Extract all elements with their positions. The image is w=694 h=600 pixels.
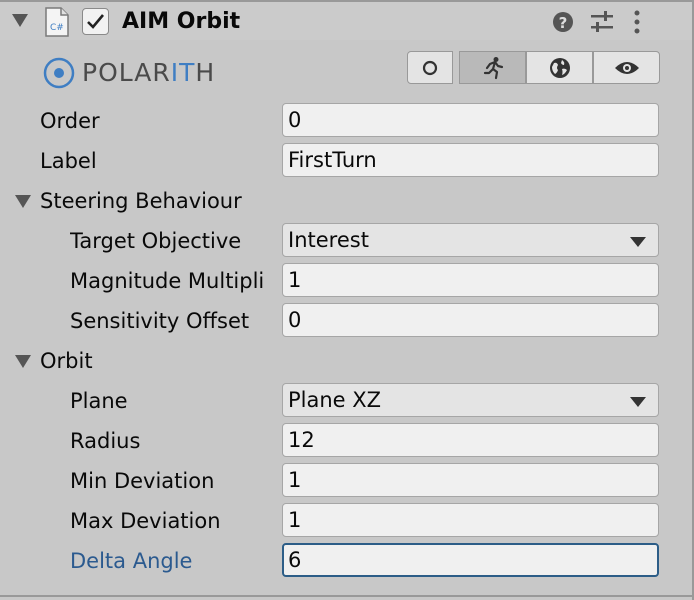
delta-angle-field[interactable]: 6	[282, 543, 659, 577]
sensitivity-offset-field[interactable]: 0	[282, 303, 659, 337]
min-deviation-label: Min Deviation	[70, 469, 215, 493]
logo-text-a: POLAR	[82, 58, 171, 87]
tab-running[interactable]	[459, 51, 526, 84]
eye-icon	[614, 61, 639, 74]
circle-icon	[422, 60, 438, 75]
dropdown-caret-icon	[630, 397, 646, 407]
logo-text-c: H	[195, 58, 216, 87]
max-deviation-field[interactable]: 1	[282, 503, 659, 537]
checkmark-icon	[87, 14, 104, 29]
target-objective-label: Target Objective	[70, 229, 242, 253]
plane-label: Plane	[70, 389, 128, 413]
running-icon	[483, 56, 503, 79]
preset-sliders-icon[interactable]	[590, 11, 614, 37]
order-field[interactable]: 0	[282, 103, 659, 137]
logo-mark-icon	[43, 57, 75, 89]
max-deviation-label: Max Deviation	[70, 509, 221, 533]
enabled-checkbox[interactable]	[82, 8, 109, 35]
radius-label: Radius	[70, 429, 141, 453]
svg-text:?: ?	[559, 14, 568, 32]
script-icon-text: C#	[50, 23, 64, 33]
label-field[interactable]: FirstTurn	[282, 143, 659, 177]
magnitude-multiplier-field[interactable]: 1	[282, 263, 659, 297]
plane-value: Plane XZ	[288, 388, 382, 412]
order-label: Order	[40, 109, 100, 133]
orbit-section-header[interactable]: Orbit	[40, 347, 93, 375]
dropdown-caret-icon	[630, 237, 646, 247]
tab-eye[interactable]	[593, 51, 660, 84]
help-icon[interactable]: ?	[552, 11, 574, 37]
kebab-menu-icon[interactable]	[632, 10, 642, 38]
globe-icon	[549, 57, 570, 78]
label-label: Label	[40, 149, 97, 173]
logo-text-accent: IT	[170, 58, 196, 87]
tab-circle[interactable]	[407, 51, 453, 84]
inspector-panel: C# AIM Orbit ? POLARITH Order 0 Label Fi…	[0, 0, 694, 600]
steering-section-header[interactable]: Steering Behaviour	[40, 187, 242, 215]
sensitivity-offset-label: Sensitivity Offset	[70, 309, 250, 333]
orbit-fold-arrow-icon[interactable]	[15, 355, 31, 368]
min-deviation-field[interactable]: 1	[282, 463, 659, 497]
target-objective-value: Interest	[288, 228, 369, 252]
script-file-icon: C#	[45, 7, 69, 37]
delta-angle-label: Delta Angle	[70, 549, 193, 573]
bottom-divider	[0, 595, 694, 597]
logo-text: POLARITH	[82, 58, 215, 88]
radius-field[interactable]: 12	[282, 423, 659, 457]
tab-globe[interactable]	[526, 51, 593, 84]
plane-dropdown[interactable]: Plane XZ	[282, 383, 659, 417]
steering-fold-arrow-icon[interactable]	[15, 195, 31, 208]
component-title: AIM Orbit	[122, 9, 241, 34]
component-header[interactable]: C# AIM Orbit ?	[0, 2, 692, 40]
magnitude-multiplier-label: Magnitude Multipli	[70, 269, 265, 293]
target-objective-dropdown[interactable]: Interest	[282, 223, 659, 257]
fold-arrow-icon[interactable]	[12, 14, 28, 27]
